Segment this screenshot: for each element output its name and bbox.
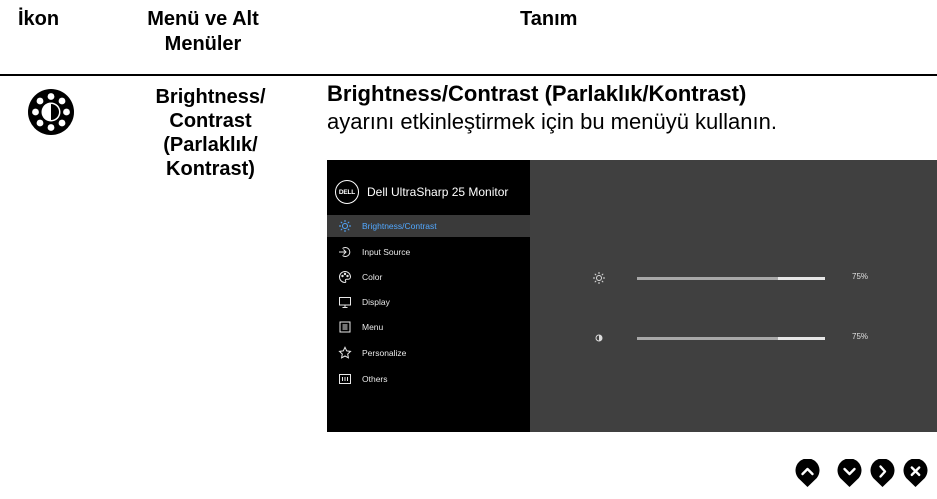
osd-menu-item-color[interactable]: Color — [327, 266, 530, 288]
header-divider — [0, 74, 937, 76]
contrast-slider-track[interactable] — [637, 337, 825, 340]
osd-title: Dell UltraSharp 25 Monitor — [367, 185, 509, 199]
description-text: ayarını etkinleştirmek için bu menüyü ku… — [327, 109, 777, 134]
menu-name-line3: (Parlaklık/ — [163, 134, 258, 156]
brightness-slider-track[interactable] — [637, 277, 825, 280]
osd-menu-label: Input Source — [362, 247, 411, 257]
close-button[interactable] — [903, 458, 928, 488]
contrast-icon — [592, 331, 606, 345]
column-header-menu: Menü ve Alt Menüler — [128, 7, 278, 57]
menu-name-line2: Contrast — [169, 110, 252, 132]
down-button[interactable] — [837, 458, 862, 488]
color-icon — [338, 270, 352, 284]
column-header-menu-line1: Menü ve Alt — [147, 8, 259, 30]
osd-menu-label: Brightness/Contrast — [362, 221, 437, 231]
description-title: Brightness/Contrast (Parlaklık/Kontrast) — [327, 81, 747, 106]
right-icon — [870, 458, 895, 487]
osd-menu-label: Display — [362, 297, 390, 307]
brightness-slider[interactable]: 75% — [592, 271, 892, 285]
down-icon — [837, 458, 862, 487]
dell-logo: DELL — [335, 180, 359, 204]
contrast-slider-fill — [637, 337, 778, 340]
close-icon — [903, 458, 928, 487]
osd-screenshot: DELL Dell UltraSharp 25 Monitor Brightne… — [327, 160, 937, 432]
up-icon — [795, 458, 820, 487]
osd-sidebar: DELL Dell UltraSharp 25 Monitor Brightne… — [327, 160, 530, 432]
star-icon — [338, 346, 352, 360]
right-button[interactable] — [870, 458, 895, 488]
menu-name-line1: Brightness/ — [155, 86, 266, 108]
others-icon — [338, 372, 352, 386]
osd-menu-label: Menu — [362, 322, 384, 332]
osd-title-bar: DELL Dell UltraSharp 25 Monitor — [335, 180, 508, 204]
brightness-icon — [338, 219, 352, 233]
osd-menu-item-input-source[interactable]: Input Source — [327, 241, 530, 263]
brightness-slider-fill — [637, 277, 778, 280]
menu-name: Brightness/ Contrast (Parlaklık/ Kontras… — [123, 85, 298, 181]
brightness-value: 75% — [852, 272, 869, 281]
osd-menu-label: Color — [362, 272, 383, 282]
menu-name-line4: Kontrast) — [166, 158, 255, 180]
up-button[interactable] — [795, 458, 820, 488]
osd-menu-item-display[interactable]: Display — [327, 291, 530, 313]
osd-menu-item-personalize[interactable]: Personalize — [327, 342, 530, 364]
display-icon — [338, 295, 352, 309]
menu-icon — [338, 320, 352, 334]
column-header-menu-line2: Menüler — [164, 33, 242, 55]
contrast-slider[interactable]: 75% — [592, 331, 892, 345]
brightness-contrast-icon — [28, 89, 74, 135]
brightness-icon — [592, 271, 606, 285]
description: Brightness/Contrast (Parlaklık/Kontrast)… — [327, 80, 777, 136]
osd-menu-label: Personalize — [362, 348, 407, 358]
input-source-icon — [338, 245, 352, 259]
column-header-description: Tanım — [520, 8, 578, 30]
osd-menu-item-menu[interactable]: Menu — [327, 316, 530, 338]
osd-menu-label: Others — [362, 374, 388, 384]
osd-menu-item-others[interactable]: Others — [327, 368, 530, 390]
column-header-icon: İkon — [18, 8, 60, 30]
osd-menu-item-brightness-contrast[interactable]: Brightness/Contrast — [327, 215, 530, 237]
contrast-value: 75% — [852, 332, 869, 341]
